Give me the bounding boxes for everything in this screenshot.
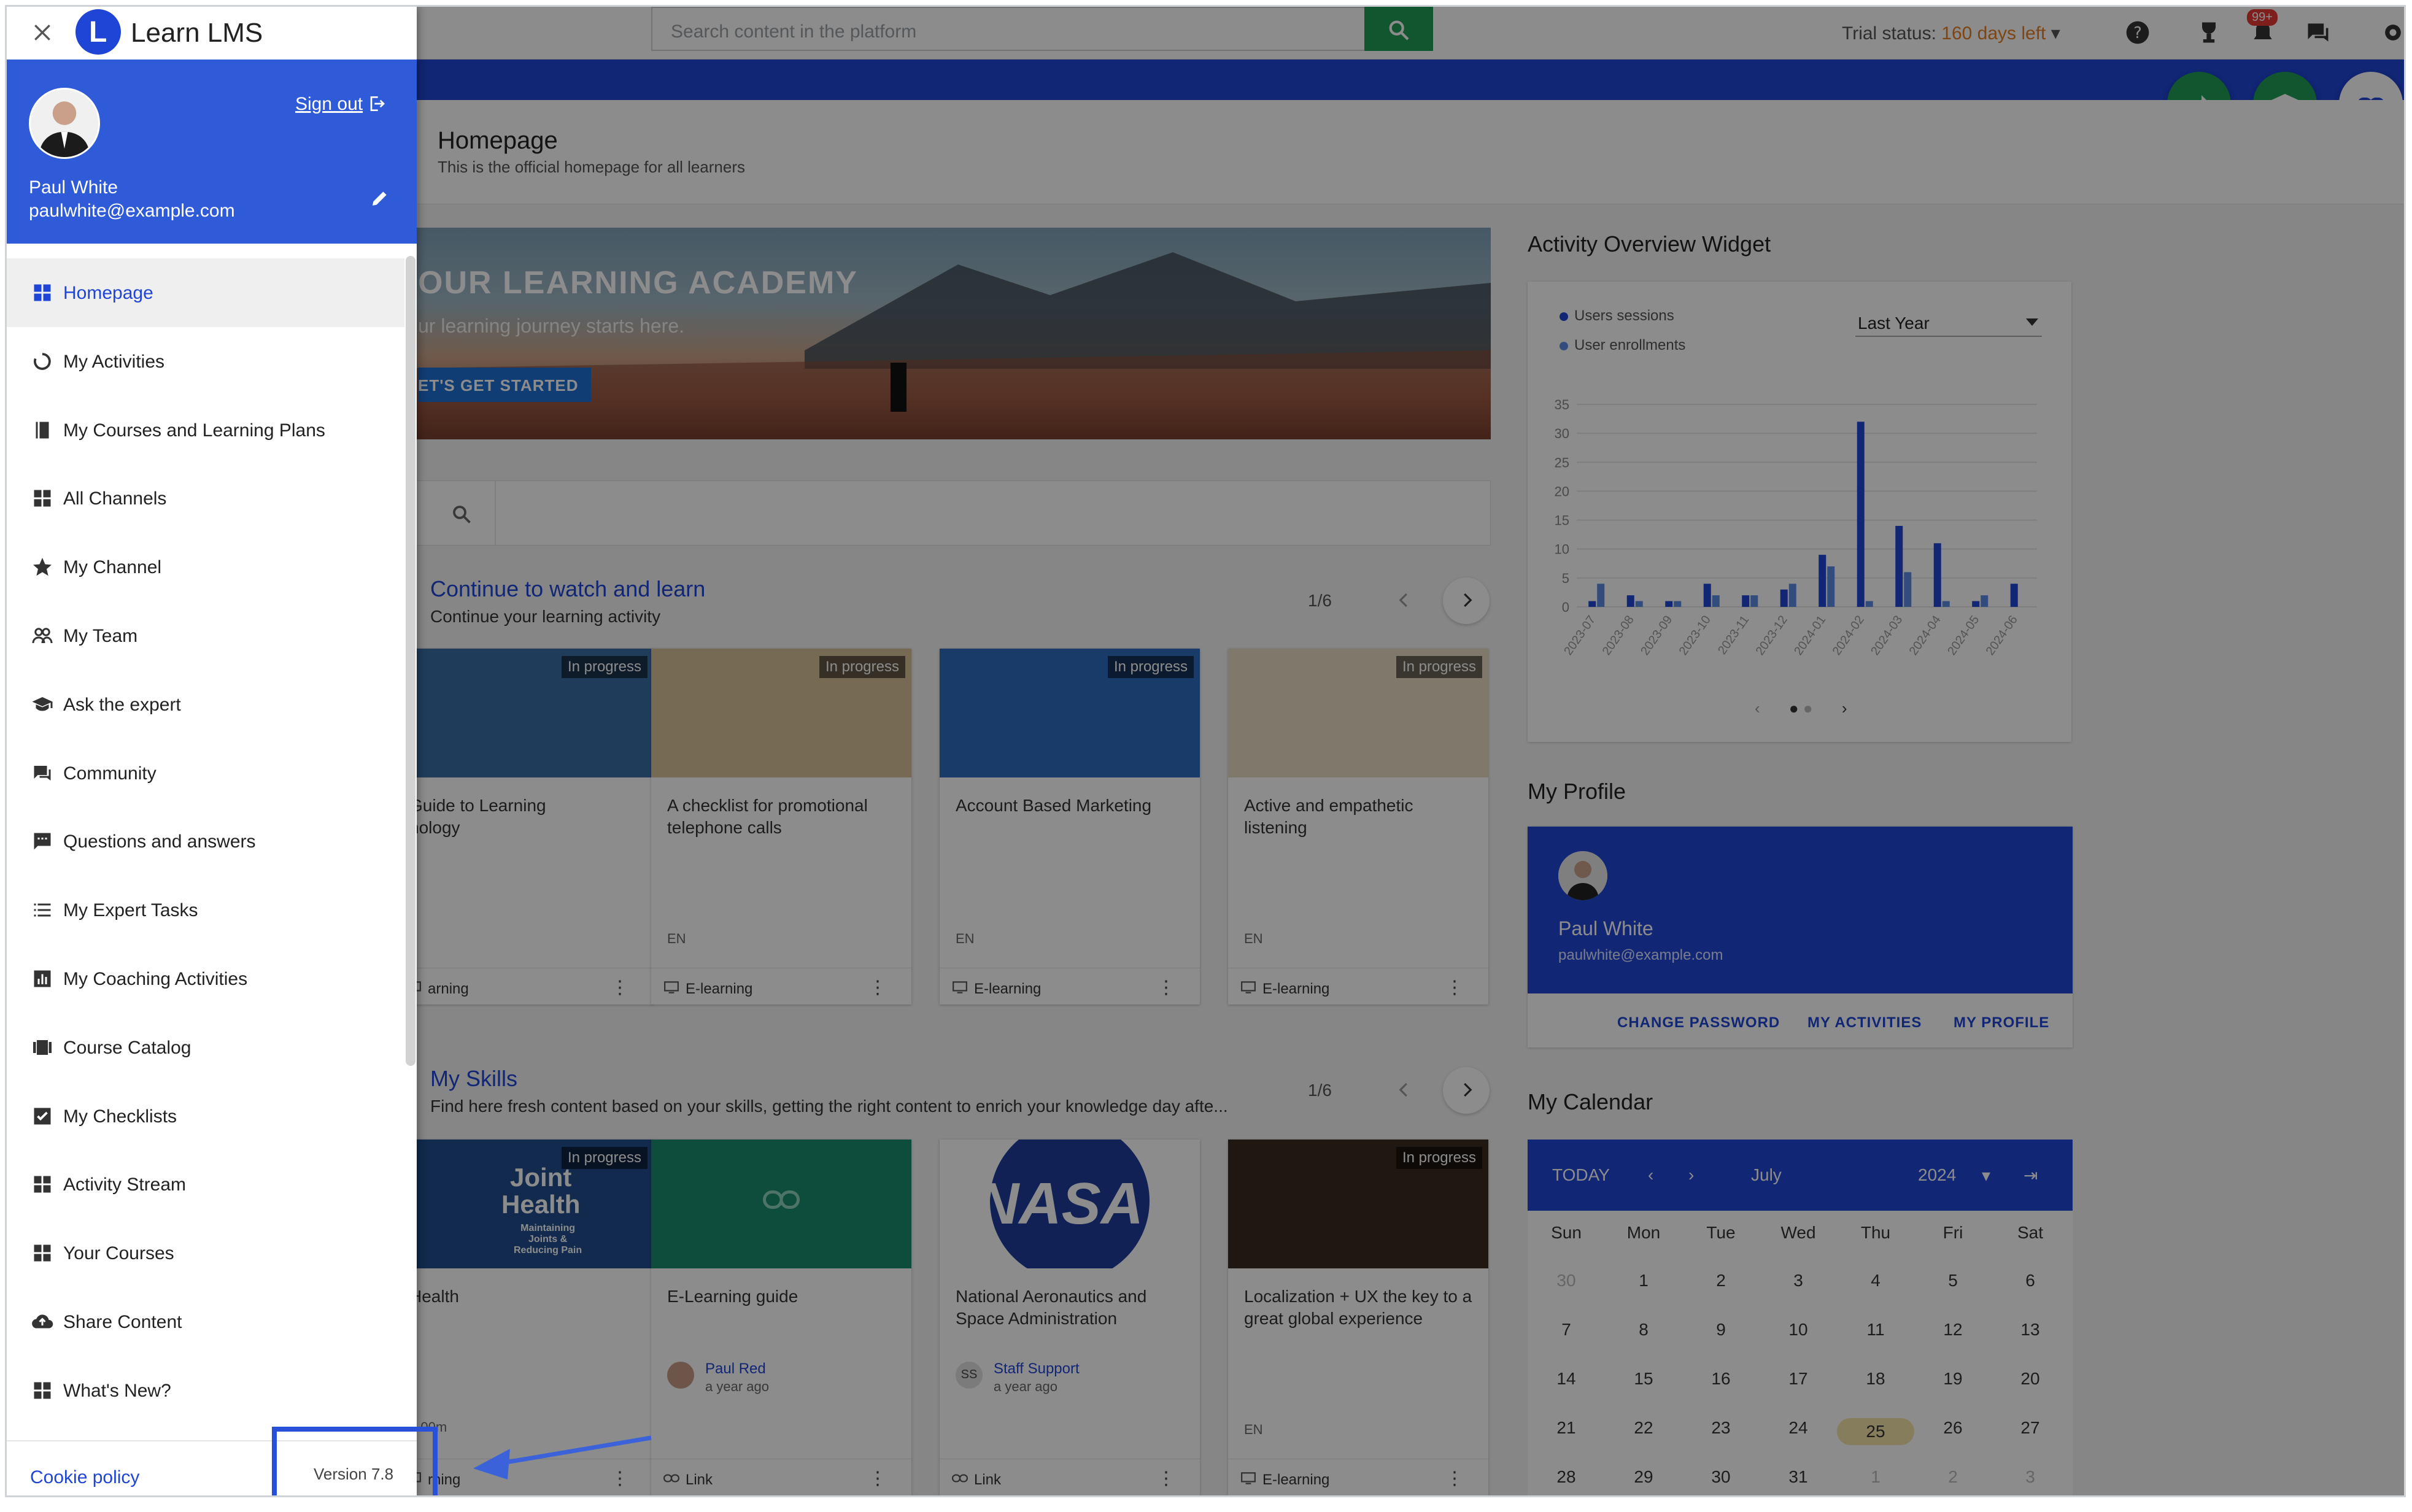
sidebar-item-label: What's New?: [63, 1380, 171, 1401]
people-icon: [32, 628, 53, 644]
version-highlight-box: [272, 1427, 438, 1495]
book-icon: [36, 422, 49, 439]
sidebar-item-label: Homepage: [63, 283, 153, 303]
list-icon: [34, 903, 51, 917]
close-icon[interactable]: [30, 20, 55, 45]
sidebar-item-what-s-new[interactable]: What's New?: [7, 1356, 404, 1425]
sign-out-icon[interactable]: [366, 94, 386, 114]
grid-icon: [34, 284, 51, 301]
refresh-icon: [34, 352, 51, 370]
sidebar-item-label: My Courses and Learning Plans: [63, 420, 325, 441]
sidebar-item-your-courses[interactable]: Your Courses: [7, 1219, 404, 1287]
sidebar-item-label: Community: [63, 763, 157, 784]
sidebar-item-all-channels[interactable]: All Channels: [7, 464, 404, 533]
sidebar-item-my-courses-and-learning-plans[interactable]: My Courses and Learning Plans: [7, 396, 404, 465]
logo-letter: L: [89, 16, 107, 48]
sidebar-item-my-activities[interactable]: My Activities: [7, 327, 404, 396]
mortarboard-icon: [32, 696, 53, 711]
sidebar-item-label: Your Courses: [63, 1243, 174, 1264]
sidebar-item-label: My Expert Tasks: [63, 900, 198, 921]
grid-icon: [34, 1244, 51, 1262]
sidebar-item-label: My Team: [63, 626, 138, 646]
grid-icon: [34, 1176, 51, 1193]
user-name: Paul White: [29, 177, 118, 198]
sidebar-item-homepage[interactable]: Homepage: [7, 258, 404, 327]
cookie-policy-link[interactable]: Cookie policy: [30, 1467, 139, 1488]
sidebar-item-label: All Channels: [63, 488, 167, 509]
sidebar-item-questions-and-answers[interactable]: Questions and answers: [7, 807, 404, 876]
app-name: Learn LMS: [131, 18, 263, 48]
avatar[interactable]: [29, 88, 100, 159]
grid-icon: [34, 1382, 51, 1399]
navigation-drawer: L Learn LMS Sign out Paul White paulwhit…: [7, 7, 417, 1495]
cloud-upload-icon: [32, 1314, 53, 1329]
sidebar-item-label: My Checklists: [63, 1106, 177, 1127]
sidebar-item-label: Share Content: [63, 1312, 182, 1332]
sidebar-item-label: My Channel: [63, 557, 162, 578]
sidebar-item-ask-the-expert[interactable]: Ask the expert: [7, 670, 404, 739]
comment-icon: [34, 833, 51, 850]
bar-chart-icon: [34, 970, 51, 987]
app-logo: L: [75, 9, 121, 55]
user-email: paulwhite@example.com: [29, 201, 235, 221]
person-avatar-icon: [31, 90, 98, 157]
sidebar-item-share-content[interactable]: Share Content: [7, 1287, 404, 1356]
sidebar-item-label: Questions and answers: [63, 831, 256, 852]
drawer-header: L Learn LMS: [7, 7, 417, 60]
app-window: Search content in the platform Trial sta…: [5, 5, 2406, 1497]
drawer-scrollbar[interactable]: [406, 256, 416, 1066]
chat-icon: [34, 765, 51, 781]
checkbox-icon: [34, 1108, 51, 1125]
pencil-icon[interactable]: [370, 188, 390, 208]
user-panel: Sign out Paul White paulwhite@example.co…: [7, 60, 417, 244]
grid-icon: [34, 490, 51, 507]
sidebar-item-label: Course Catalog: [63, 1037, 191, 1058]
sidebar-item-label: My Coaching Activities: [63, 969, 248, 989]
sidebar-item-my-coaching-activities[interactable]: My Coaching Activities: [7, 944, 404, 1013]
sidebar-item-my-expert-tasks[interactable]: My Expert Tasks: [7, 876, 404, 944]
sidebar-item-my-team[interactable]: My Team: [7, 601, 404, 670]
sidebar-item-label: Ask the expert: [63, 694, 181, 715]
sign-out-link[interactable]: Sign out: [295, 94, 363, 115]
catalog-icon: [33, 1040, 52, 1055]
sidebar-item-label: Activity Stream: [63, 1174, 187, 1195]
star-icon: [33, 558, 52, 576]
sidebar-item-label: My Activities: [63, 351, 165, 372]
annotation-arrow-icon: [473, 1435, 652, 1479]
sidebar-item-course-catalog[interactable]: Course Catalog: [7, 1013, 404, 1082]
sidebar-item-community[interactable]: Community: [7, 739, 404, 808]
sidebar-item-my-channel[interactable]: My Channel: [7, 533, 404, 601]
sidebar-item-activity-stream[interactable]: Activity Stream: [7, 1150, 404, 1219]
sidebar-item-my-checklists[interactable]: My Checklists: [7, 1082, 404, 1151]
